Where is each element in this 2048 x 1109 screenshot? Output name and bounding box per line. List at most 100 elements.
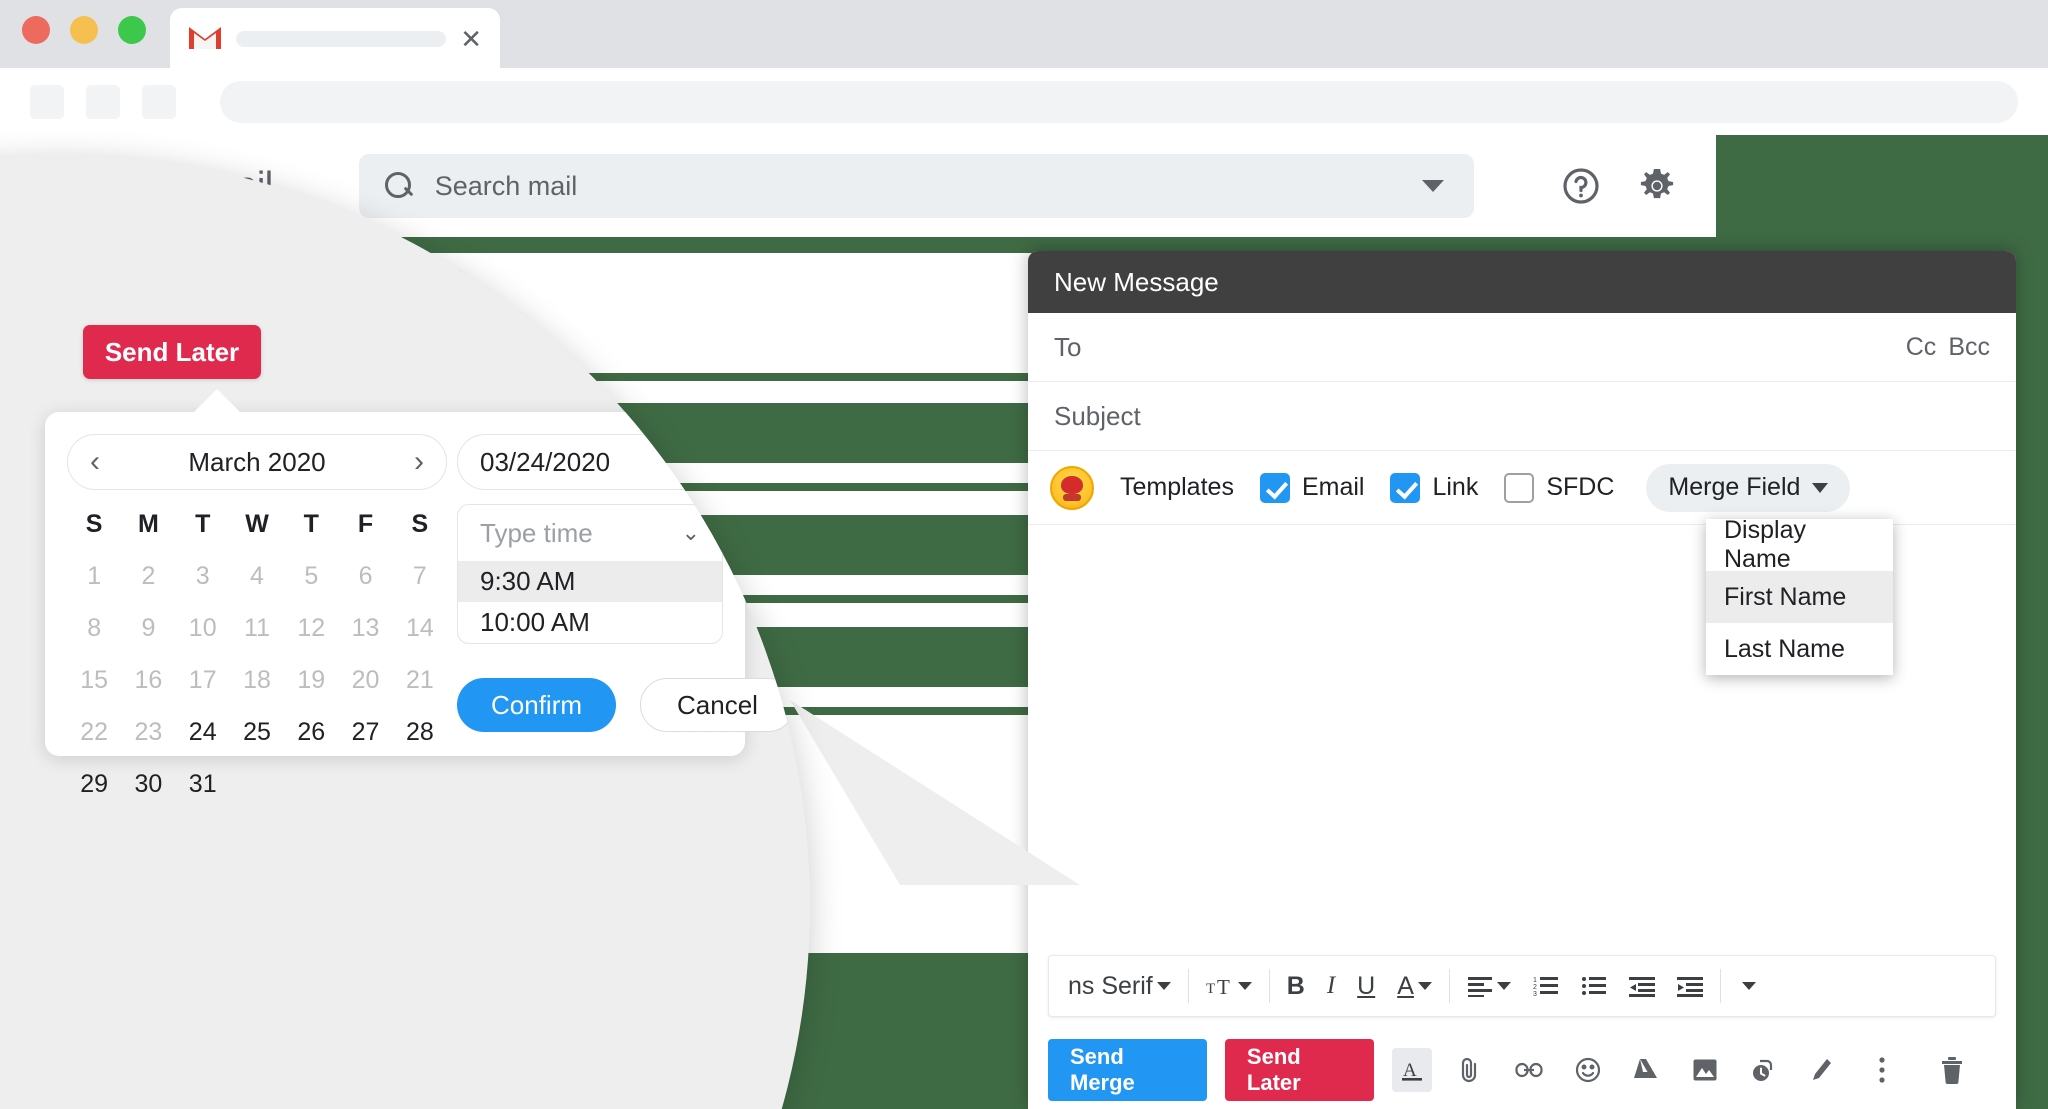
- format-text-icon[interactable]: A: [1391, 1048, 1433, 1092]
- back-button[interactable]: [30, 84, 64, 119]
- chevron-down-icon[interactable]: ⌄: [682, 520, 700, 546]
- screenshot-root: ✕ Gmail: [0, 0, 2048, 1109]
- chevron-right-icon[interactable]: ›: [414, 447, 424, 477]
- browser-toolbar: [0, 68, 2048, 135]
- sfdc-checkbox[interactable]: [1504, 472, 1535, 503]
- calendar-day: 9: [141, 614, 156, 642]
- compose-action-bar: Send Merge Send Later A: [1048, 1039, 2008, 1101]
- help-icon[interactable]: [1558, 163, 1604, 209]
- date-input[interactable]: 03/24/2020: [457, 434, 723, 490]
- to-field[interactable]: To Cc Bcc: [1028, 313, 2016, 382]
- templates-button[interactable]: Templates: [1120, 473, 1234, 502]
- svg-text:A: A: [1403, 1060, 1417, 1081]
- underline-button[interactable]: U: [1346, 964, 1386, 1008]
- formatting-toolbar: ns Serif TT B I U A 123: [1048, 955, 1996, 1017]
- minimize-window-button[interactable]: [70, 16, 98, 44]
- bold-button[interactable]: B: [1276, 964, 1316, 1008]
- insert-photo-icon[interactable]: [1684, 1048, 1725, 1092]
- google-drive-icon[interactable]: [1626, 1048, 1667, 1092]
- header-icon-group: [1558, 163, 1690, 209]
- confidential-mode-icon[interactable]: [1743, 1048, 1784, 1092]
- cancel-button[interactable]: Cancel: [640, 678, 795, 732]
- address-bar[interactable]: [220, 80, 2018, 123]
- confirm-button[interactable]: Confirm: [457, 678, 617, 732]
- bcc-button[interactable]: Bcc: [1948, 333, 1990, 362]
- monkey-badge-icon[interactable]: [1050, 465, 1094, 510]
- magnifier-pointer-tail: [790, 700, 1080, 885]
- indent-decrease-icon[interactable]: [1618, 964, 1666, 1008]
- more-vertical-icon[interactable]: [1860, 1048, 1904, 1092]
- calendar-day[interactable]: 25: [230, 712, 284, 753]
- close-window-button[interactable]: [22, 16, 50, 44]
- magnified-send-later-button[interactable]: Send Later: [83, 325, 261, 379]
- toolbar-divider: [1719, 969, 1721, 1003]
- merge-option-first-name[interactable]: First Name: [1706, 571, 1893, 623]
- window-traffic-lights: [22, 16, 146, 44]
- calendar-day[interactable]: 26: [284, 712, 338, 753]
- subject-field[interactable]: Subject: [1028, 382, 2016, 451]
- time-option[interactable]: 10:00 AM: [458, 602, 722, 643]
- close-tab-icon[interactable]: ✕: [460, 26, 482, 52]
- chevron-down-icon: [1812, 482, 1829, 493]
- send-merge-button[interactable]: Send Merge: [1048, 1039, 1207, 1101]
- calendar-icon[interactable]: [674, 449, 700, 475]
- svg-text:2: 2: [1533, 984, 1537, 991]
- calendar-day-empty: .: [284, 764, 338, 805]
- calendar-day[interactable]: 30: [121, 764, 175, 805]
- link-checkbox[interactable]: [1390, 472, 1421, 503]
- calendar-grid: S M T W T F S 1 2 3 4 5 6 7 8 9 10 11 12…: [67, 504, 447, 805]
- paperclip-icon[interactable]: [1450, 1048, 1491, 1092]
- chevron-down-icon[interactable]: [1421, 180, 1444, 192]
- calendar-day: 10: [188, 614, 217, 642]
- trash-icon[interactable]: [1930, 1048, 1974, 1092]
- signature-pen-icon[interactable]: [1802, 1048, 1843, 1092]
- align-left-icon[interactable]: [1456, 964, 1522, 1008]
- weekday-header: T: [303, 510, 319, 538]
- calendar-day-empty: .: [338, 764, 392, 805]
- chevron-down-icon: [1417, 982, 1432, 990]
- cc-button[interactable]: Cc: [1906, 333, 1937, 362]
- reload-button[interactable]: [142, 84, 176, 119]
- bullet-list-icon[interactable]: [1570, 964, 1618, 1008]
- calendar-day[interactable]: 28: [393, 712, 447, 753]
- time-picker: Type time ⌄ 9:30 AM 10:00 AM: [457, 504, 723, 644]
- calendar-day: 16: [134, 666, 163, 694]
- more-formatting-options-button[interactable]: [1727, 964, 1767, 1008]
- merge-option-display-name[interactable]: Display Name: [1706, 516, 1893, 573]
- emoji-icon[interactable]: [1567, 1048, 1608, 1092]
- indent-increase-icon[interactable]: [1666, 964, 1714, 1008]
- chevron-down-icon: [1741, 982, 1756, 990]
- tab-title-placeholder: [236, 31, 447, 47]
- email-checkbox[interactable]: [1259, 472, 1290, 503]
- text-color-label: A: [1397, 971, 1414, 1000]
- browser-tab[interactable]: ✕: [170, 8, 500, 70]
- calendar-day: 14: [405, 614, 434, 642]
- chevron-left-icon[interactable]: ‹: [90, 447, 100, 477]
- gear-icon[interactable]: [1634, 163, 1680, 209]
- italic-button[interactable]: I: [1316, 964, 1346, 1008]
- send-later-button[interactable]: Send Later: [1224, 1039, 1374, 1101]
- link-icon[interactable]: [1509, 1048, 1550, 1092]
- svg-text:3: 3: [1533, 991, 1537, 997]
- merge-option-last-name[interactable]: Last Name: [1706, 623, 1893, 675]
- merge-field-dropdown[interactable]: Merge Field: [1646, 463, 1851, 512]
- font-family-select[interactable]: ns Serif: [1057, 964, 1182, 1008]
- sfdc-checkbox-group[interactable]: SFDC: [1504, 472, 1614, 503]
- magnified-content: Send Later ‹ March 2020 › S M T W T F S …: [0, 155, 810, 1109]
- time-input[interactable]: Type time ⌄: [458, 505, 722, 561]
- toolbar-divider: [1268, 969, 1270, 1003]
- font-size-button[interactable]: TT: [1195, 964, 1263, 1008]
- numbered-list-icon[interactable]: 123: [1522, 964, 1570, 1008]
- calendar-day: 20: [351, 666, 380, 694]
- calendar-day[interactable]: 31: [176, 764, 230, 805]
- maximize-window-button[interactable]: [118, 16, 146, 44]
- calendar-day[interactable]: 29: [67, 764, 121, 805]
- forward-button[interactable]: [86, 84, 120, 119]
- time-option[interactable]: 9:30 AM: [458, 561, 722, 602]
- text-color-button[interactable]: A: [1386, 964, 1443, 1008]
- calendar-day[interactable]: 24: [176, 712, 230, 753]
- link-checkbox-group[interactable]: Link: [1390, 472, 1478, 503]
- calendar-day[interactable]: 27: [338, 712, 392, 753]
- email-checkbox-group[interactable]: Email: [1259, 472, 1364, 503]
- magnifier-lens: Send Later ‹ March 2020 › S M T W T F S …: [0, 155, 810, 1109]
